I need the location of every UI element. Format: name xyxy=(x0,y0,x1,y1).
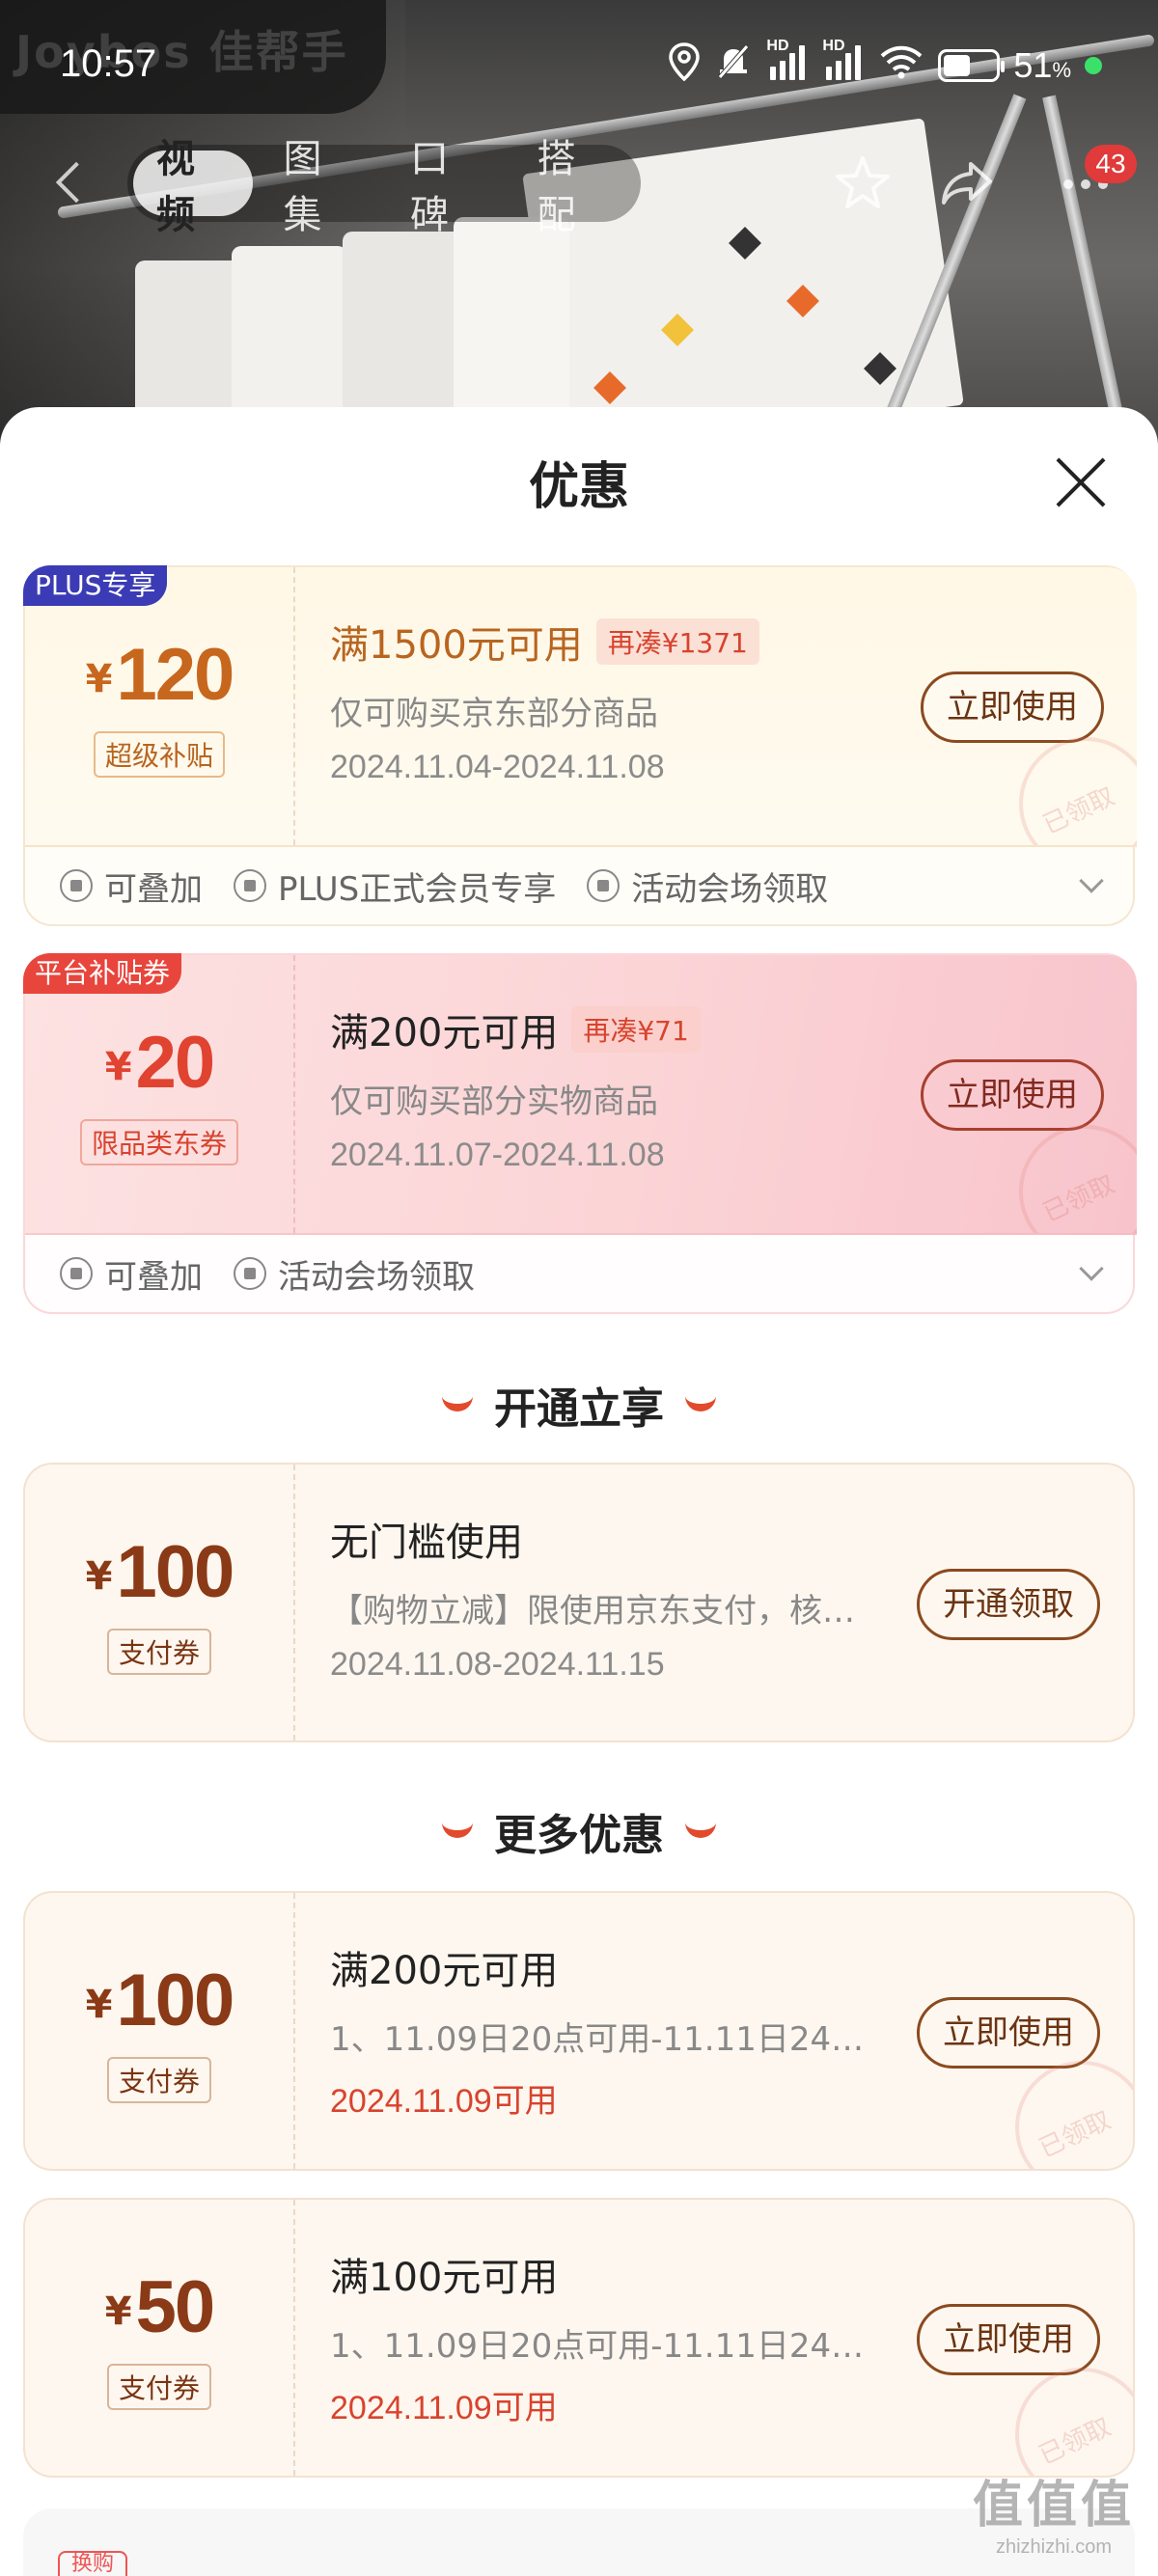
back-button[interactable] xyxy=(48,158,96,208)
coupon-date: 2024.11.08-2024.11.15 xyxy=(330,1646,665,1683)
claimed-stamp: 已领取 xyxy=(1019,737,1137,845)
coupon-amount: ¥100 xyxy=(85,1531,235,1613)
coupon-date: 2024.11.09可用 xyxy=(330,2083,558,2120)
trade-in-tag: 换购 xyxy=(58,2551,128,2576)
coupon-card-platform: ¥20 限品类东券 满200元可用 再凑¥71 仅可购买部分实物商品 2024.1… xyxy=(23,953,1137,1314)
coupon-kind: 支付券 xyxy=(106,2364,212,2410)
section-open-benefits: 开通立享 xyxy=(0,1374,1158,1436)
coupon-title: 满200元可用 再凑¥71 xyxy=(330,1001,701,1057)
coupon-date: 2024.11.09可用 xyxy=(330,2390,558,2426)
use-now-button[interactable]: 立即使用 xyxy=(921,1059,1104,1131)
site-watermark: 值值值 zhizhizhi.com xyxy=(973,2464,1135,2559)
coupon-desc: 仅可购买部分实物商品 xyxy=(330,1082,658,1121)
tab-gallery[interactable]: 图集 xyxy=(261,137,380,237)
ticket-icon xyxy=(234,1257,266,1290)
section-more-offers: 更多优惠 xyxy=(0,1800,1158,1862)
claimed-stamp: 已领取 xyxy=(1015,2368,1133,2476)
signal-hd-1-icon: HD xyxy=(766,38,809,89)
crown-icon xyxy=(234,869,266,902)
section-title: 开通立享 xyxy=(494,1384,664,1434)
ticket-icon xyxy=(587,869,620,902)
coupon-date: 2024.11.07-2024.11.08 xyxy=(330,1137,665,1173)
footer-stackable: 可叠加 xyxy=(104,869,203,909)
coupon-kind: 支付券 xyxy=(106,1629,212,1675)
coupon-amount: ¥120 xyxy=(85,634,235,716)
claimed-stamp: 已领取 xyxy=(1019,1125,1137,1233)
mute-bell-icon xyxy=(714,42,753,90)
footer-stackable: 可叠加 xyxy=(104,1257,203,1297)
chevron-down-icon[interactable] xyxy=(1079,1256,1104,1281)
coupon-kind: 超级补贴 xyxy=(93,731,226,778)
coupon-kind: 支付券 xyxy=(106,2057,212,2103)
smile-decoration-icon xyxy=(685,1822,716,1838)
coupon-title: 满1500元可用 再凑¥1371 xyxy=(330,614,759,670)
activate-claim-button[interactable]: 开通领取 xyxy=(917,1569,1100,1640)
coupon-extra: 再凑¥71 xyxy=(571,1006,701,1053)
coupon-amount: ¥100 xyxy=(85,1959,235,2042)
coupon-title: 无门槛使用 xyxy=(330,1521,523,1565)
coupon-card-more-1: ¥100 支付券 满200元可用 1、11.09日20点可用-11.11日24点… xyxy=(23,1891,1135,2171)
coupon-card-plus: ¥120 超级补贴 满1500元可用 再凑¥1371 仅可购买京东部分商品 202… xyxy=(23,565,1137,926)
coupon-desc: 仅可购买京东部分商品 xyxy=(330,695,658,733)
coupon-title: 满100元可用 xyxy=(330,2256,559,2300)
stack-icon xyxy=(60,869,93,902)
coupon-date: 2024.11.04-2024.11.08 xyxy=(330,749,665,785)
coupon-desc: 1、11.09日20点可用-11.11日24点… xyxy=(330,2327,890,2366)
close-button[interactable] xyxy=(1054,455,1108,509)
coupon-card-open: ¥100 支付券 无门槛使用 【购物立减】限使用京东支付，核… 2024.11.… xyxy=(23,1463,1135,1742)
coupon-card-more-2: ¥50 支付券 满100元可用 1、11.09日20点可用-11.11日24点…… xyxy=(23,2198,1135,2478)
signal-hd-2-icon: HD xyxy=(822,38,865,89)
site-watermark-logo: 值值值 xyxy=(972,2477,1135,2535)
plus-tag: PLUS专享 xyxy=(23,565,168,606)
platform-subsidy-tag: 平台补贴券 xyxy=(23,953,182,994)
use-now-button[interactable]: 立即使用 xyxy=(921,671,1104,743)
coupon-desc: 1、11.09日20点可用-11.11日24点… xyxy=(330,2020,890,2059)
coupon-kind: 限品类东券 xyxy=(79,1119,239,1165)
footer-claim-source: 活动会场领取 xyxy=(631,869,829,909)
status-bar: Joybos 佳帮手 10:57 HD HD 51% xyxy=(0,0,1158,125)
smile-decoration-icon xyxy=(685,1396,716,1411)
coupon-card-partial xyxy=(23,2508,1135,2576)
sheet-title: 优惠 xyxy=(528,458,629,516)
battery-icon xyxy=(938,49,1006,82)
media-tabs: 视频 图集 口碑 搭配 xyxy=(127,137,641,237)
coupon-footer: 可叠加 PLUS正式会员专享 活动会场领取 xyxy=(25,847,1137,924)
battery-percent: 51% xyxy=(1013,45,1071,85)
site-watermark-url: zhizhizhi.com xyxy=(995,2536,1113,2558)
coupon-title: 满200元可用 xyxy=(330,1949,559,1993)
brand-watermark: Joybos 佳帮手 xyxy=(0,0,386,114)
top-nav: 视频 图集 口碑 搭配 43 xyxy=(0,137,1158,237)
smile-decoration-icon xyxy=(442,1396,473,1411)
footer-plus-member: PLUS正式会员专享 xyxy=(278,869,557,909)
coupon-amount: ¥20 xyxy=(104,1022,215,1104)
smile-decoration-icon xyxy=(442,1822,473,1838)
section-title: 更多优惠 xyxy=(494,1811,664,1860)
location-icon xyxy=(668,41,701,90)
tab-match[interactable]: 搭配 xyxy=(514,137,634,237)
use-now-button[interactable]: 立即使用 xyxy=(917,2304,1100,2375)
coupon-amount: ¥50 xyxy=(104,2266,215,2348)
tab-video[interactable]: 视频 xyxy=(133,137,253,237)
coupon-footer: 可叠加 活动会场领取 xyxy=(25,1235,1137,1312)
stack-icon xyxy=(60,1257,93,1290)
wifi-icon xyxy=(878,42,924,90)
coupon-desc: 【购物立减】限使用京东支付，核… xyxy=(330,1592,855,1631)
chevron-down-icon[interactable] xyxy=(1079,868,1104,893)
claimed-stamp: 已领取 xyxy=(1015,2061,1133,2169)
notification-badge: 43 xyxy=(1085,145,1137,183)
share-icon[interactable] xyxy=(936,152,998,214)
clock: 10:57 xyxy=(60,42,157,85)
coupon-extra: 再凑¥1371 xyxy=(595,618,759,665)
use-now-button[interactable]: 立即使用 xyxy=(917,1997,1100,2069)
charging-dot-icon xyxy=(1085,57,1102,74)
tab-reviews[interactable]: 口碑 xyxy=(387,137,507,237)
footer-claim-source: 活动会场领取 xyxy=(278,1257,475,1297)
favorite-star-icon[interactable] xyxy=(832,152,894,214)
